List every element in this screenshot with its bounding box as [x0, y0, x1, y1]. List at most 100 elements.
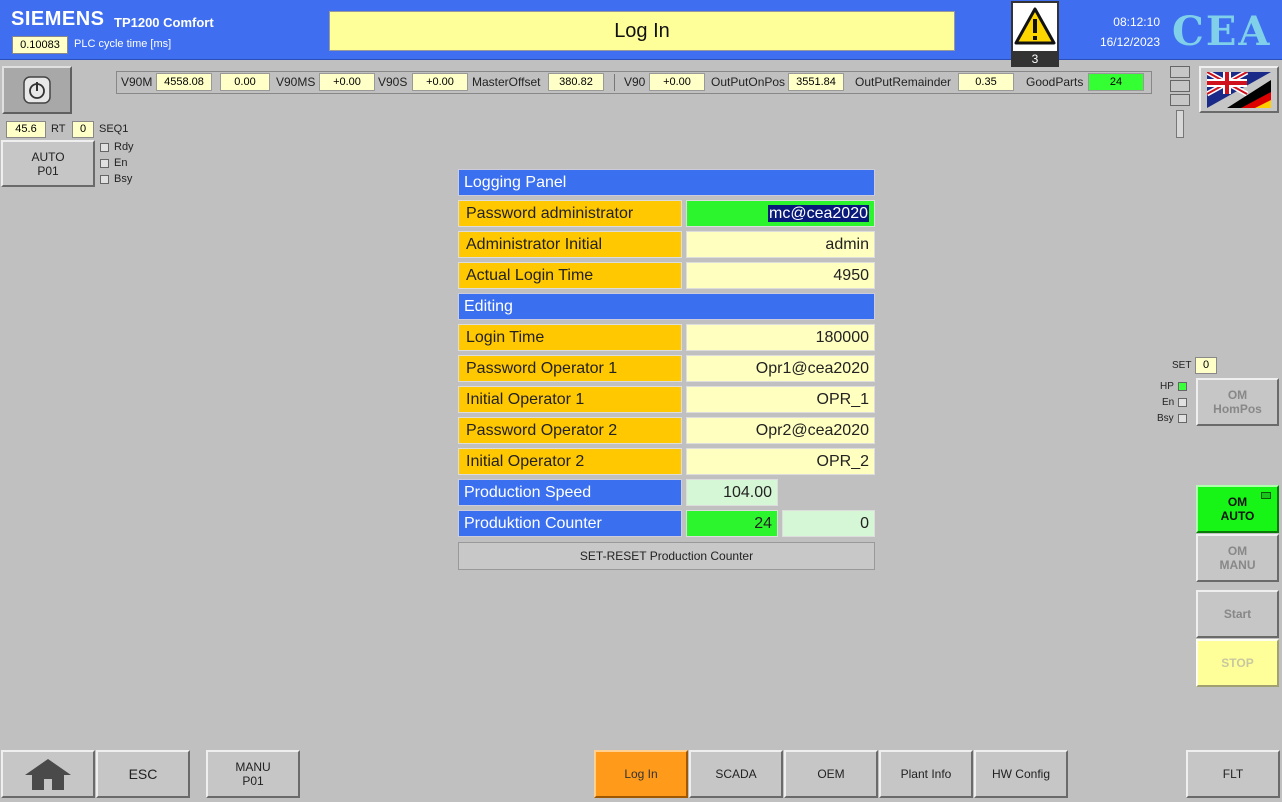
initial-operator1-label: Initial Operator 1	[458, 386, 682, 413]
v90m-label: V90M	[121, 75, 153, 89]
v90ms-label: V90MS	[276, 75, 316, 89]
scada-tab[interactable]: SCADA	[689, 750, 783, 798]
start-button[interactable]: Start	[1196, 590, 1279, 638]
speed-value: 45.6	[6, 121, 46, 138]
set-label: SET	[1172, 360, 1192, 371]
password-operator1-field[interactable]: Opr1@cea2020	[686, 355, 875, 382]
bsy-label: Bsy	[114, 173, 133, 185]
om-manu-line1: OM	[1227, 544, 1248, 558]
en-label: En	[114, 157, 128, 169]
rdy-label: Rdy	[114, 141, 134, 153]
admin-initial-field[interactable]: admin	[686, 231, 875, 258]
initial-operator2-field[interactable]: OPR_2	[686, 448, 875, 475]
v90-label: V90	[624, 75, 646, 89]
production-speed-label: Production Speed	[458, 479, 682, 506]
actual-login-time-value: 4950	[686, 262, 875, 289]
om-auto-indicator	[1261, 492, 1271, 499]
page-title: Log In	[329, 11, 955, 51]
hp-label: HP	[1160, 381, 1174, 392]
oem-tab[interactable]: OEM	[784, 750, 878, 798]
status-divider	[614, 74, 615, 91]
set-value: 0	[1195, 357, 1217, 374]
bsy-led	[100, 175, 109, 184]
editing-header: Editing	[458, 293, 875, 320]
om-hompos-line1: OM	[1227, 388, 1248, 402]
manu-p01-line2: P01	[242, 774, 264, 788]
siemens-brand: SIEMENS	[11, 8, 105, 30]
auto-p01-line2: P01	[37, 163, 59, 178]
login-tab[interactable]: Log In	[594, 750, 688, 798]
plc-cycle-label: PLC cycle time [ms]	[74, 38, 172, 50]
master-offset-label: MasterOffset	[472, 75, 541, 89]
output-remainder-value: 0.35	[958, 73, 1014, 91]
scroll-handle[interactable]	[1176, 110, 1184, 138]
master-offset-value: 380.82	[548, 73, 604, 91]
v90ms-value: +0.00	[319, 73, 375, 91]
login-time-label: Login Time	[458, 324, 682, 351]
stop-button[interactable]: STOP	[1196, 639, 1279, 687]
admin-initial-label: Administrator Initial	[458, 231, 682, 258]
set-reset-counter-button[interactable]: SET-RESET Production Counter	[458, 542, 875, 570]
en-right-label: En	[1162, 397, 1175, 408]
clock-time: 08:12:10	[1113, 15, 1160, 29]
warning-icon	[1014, 7, 1056, 45]
power-icon	[23, 76, 51, 104]
om-manu-line2: MANU	[1219, 558, 1256, 572]
en-led	[100, 159, 109, 168]
panel-model: TP1200 Comfort	[114, 15, 214, 30]
language-flag-icon	[1207, 71, 1271, 108]
initial-operator1-field[interactable]: OPR_1	[686, 386, 875, 413]
om-manu-button[interactable]: OM MANU	[1196, 534, 1279, 582]
v90s-value: +0.00	[412, 73, 468, 91]
om-auto-line1: OM	[1227, 495, 1248, 509]
rt-value: 0	[72, 121, 94, 138]
auto-p01-line1: AUTO	[31, 149, 65, 164]
clock-date: 16/12/2023	[1099, 35, 1160, 49]
plc-cycle-value: 0.10083	[12, 36, 68, 54]
rdy-led	[100, 143, 109, 152]
bsy-right-led	[1178, 414, 1187, 423]
om-auto-line2: AUTO	[1220, 509, 1255, 523]
mini-button-1[interactable]	[1170, 66, 1190, 78]
password-operator2-field[interactable]: Opr2@cea2020	[686, 417, 875, 444]
hw-config-tab[interactable]: HW Config	[974, 750, 1068, 798]
actual-login-time-label: Actual Login Time	[458, 262, 682, 289]
production-speed-value: 104.00	[686, 479, 778, 506]
production-counter-label: Produktion Counter	[458, 510, 682, 537]
password-admin-label: Password administrator	[458, 200, 682, 227]
bsy-right-label: Bsy	[1157, 413, 1174, 424]
password-operator2-label: Password Operator 2	[458, 417, 682, 444]
password-admin-field[interactable]: mc@cea2020	[686, 200, 875, 227]
login-time-field[interactable]: 180000	[686, 324, 875, 351]
v90m-value2: 0.00	[220, 73, 270, 91]
manu-p01-button[interactable]: MANU P01	[206, 750, 300, 798]
v90-value: +0.00	[649, 73, 705, 91]
mini-button-3[interactable]	[1170, 94, 1190, 106]
password-operator1-label: Password Operator 1	[458, 355, 682, 382]
production-counter-value: 24	[686, 510, 778, 537]
auto-p01-button[interactable]: AUTO P01	[1, 140, 95, 187]
hp-led	[1178, 382, 1187, 391]
cea-logo: CEA	[1172, 8, 1272, 55]
seq-label: SEQ1	[99, 123, 129, 135]
home-icon	[25, 759, 71, 790]
manu-p01-line1: MANU	[235, 760, 271, 774]
om-auto-button[interactable]: OM AUTO	[1196, 485, 1279, 533]
logging-panel-header: Logging Panel	[458, 169, 875, 196]
flt-button[interactable]: FLT	[1186, 750, 1280, 798]
mini-button-2[interactable]	[1170, 80, 1190, 92]
good-parts-value: 24	[1088, 73, 1144, 91]
v90s-label: V90S	[378, 75, 408, 89]
plant-info-tab[interactable]: Plant Info	[879, 750, 973, 798]
v90m-value: 4558.08	[156, 73, 212, 91]
esc-button[interactable]: ESC	[96, 750, 190, 798]
password-admin-value: mc@cea2020	[768, 205, 869, 222]
power-button[interactable]	[2, 66, 72, 114]
output-on-pos-value: 3551.84	[788, 73, 844, 91]
language-button[interactable]	[1199, 66, 1279, 113]
om-hompos-button[interactable]: OM HomPos	[1196, 378, 1279, 426]
home-button[interactable]	[1, 750, 95, 798]
alarm-count: 3	[1011, 51, 1059, 67]
production-counter-reset-value: 0	[782, 510, 875, 537]
output-on-pos-label: OutPutOnPos	[711, 75, 786, 89]
